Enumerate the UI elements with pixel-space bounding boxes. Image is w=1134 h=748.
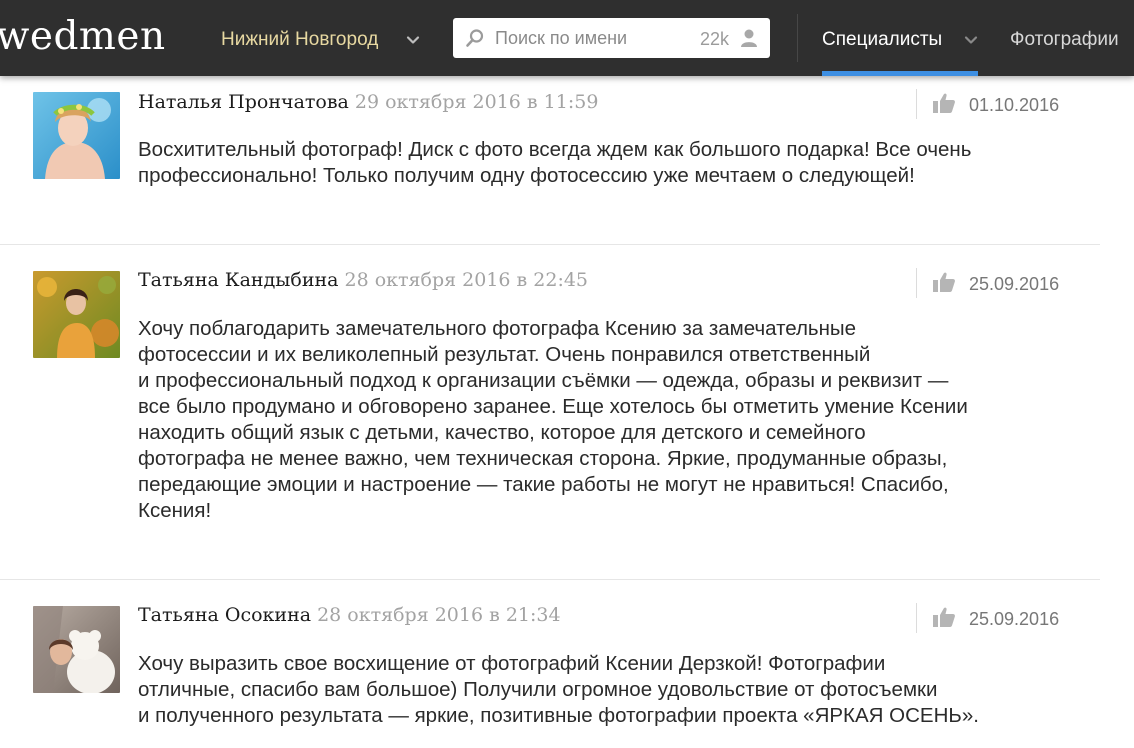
chevron-down-icon[interactable] (404, 31, 422, 49)
active-tab-indicator (822, 71, 978, 76)
review-author-name[interactable]: Татьяна Кандыбина (138, 269, 338, 291)
review-author[interactable]: Наталья Прончатова 29 октября 2016 в 11:5… (138, 90, 598, 114)
review-date: 28 октября 2016 в 22:45 (344, 269, 589, 291)
thumbs-up-icon[interactable] (932, 91, 956, 115)
divider (916, 268, 917, 298)
review-text: Хочу выразить свое восхищение от фотогра… (138, 652, 979, 727)
nav-tab-specialists[interactable]: Специалисты (822, 28, 942, 52)
site-logo[interactable]: wedmen (0, 12, 166, 62)
thumbs-up-icon[interactable] (932, 605, 956, 629)
review-date: 28 октября 2016 в 21:34 (317, 604, 561, 626)
search-count: 22k (700, 29, 730, 49)
avatar[interactable] (33, 606, 120, 693)
like-date: 25.09.2016 (969, 274, 1060, 294)
avatar[interactable] (33, 271, 120, 358)
review-author-name[interactable]: Наталья Прончатова (138, 91, 349, 113)
separator (0, 579, 1100, 580)
like-date: 01.10.2016 (969, 95, 1060, 115)
review-date: 29 октября 2016 в 11:59 (354, 91, 599, 113)
divider (916, 89, 917, 119)
separator (0, 244, 1100, 245)
city-selector[interactable]: Нижний Новгород (221, 28, 378, 52)
nav-divider (797, 14, 798, 62)
review-author[interactable]: Татьяна Осокина 28 октября 2016 в 21:34 (138, 603, 561, 627)
search-box: 22k (453, 18, 770, 58)
avatar[interactable] (33, 92, 120, 179)
user-icon[interactable] (739, 28, 759, 48)
search-input[interactable] (495, 26, 695, 50)
review-text: Хочу поблагодарить замечательного фотогр… (138, 317, 968, 522)
like-date: 25.09.2016 (969, 609, 1060, 629)
thumbs-up-icon[interactable] (932, 270, 956, 294)
top-bar: wedmen Нижний Новгород 22k Специалисты Ф… (0, 0, 1134, 76)
review-text: Восхитительный фотограф! Диск с фото все… (138, 138, 972, 187)
nav-tab-photos[interactable]: Фотографии (1010, 28, 1119, 52)
search-icon (466, 29, 484, 47)
review-author-name[interactable]: Татьяна Осокина (138, 604, 311, 626)
divider (916, 603, 917, 633)
chevron-down-icon[interactable] (962, 31, 980, 49)
review-author[interactable]: Татьяна Кандыбина 28 октября 2016 в 22:45 (138, 268, 588, 292)
